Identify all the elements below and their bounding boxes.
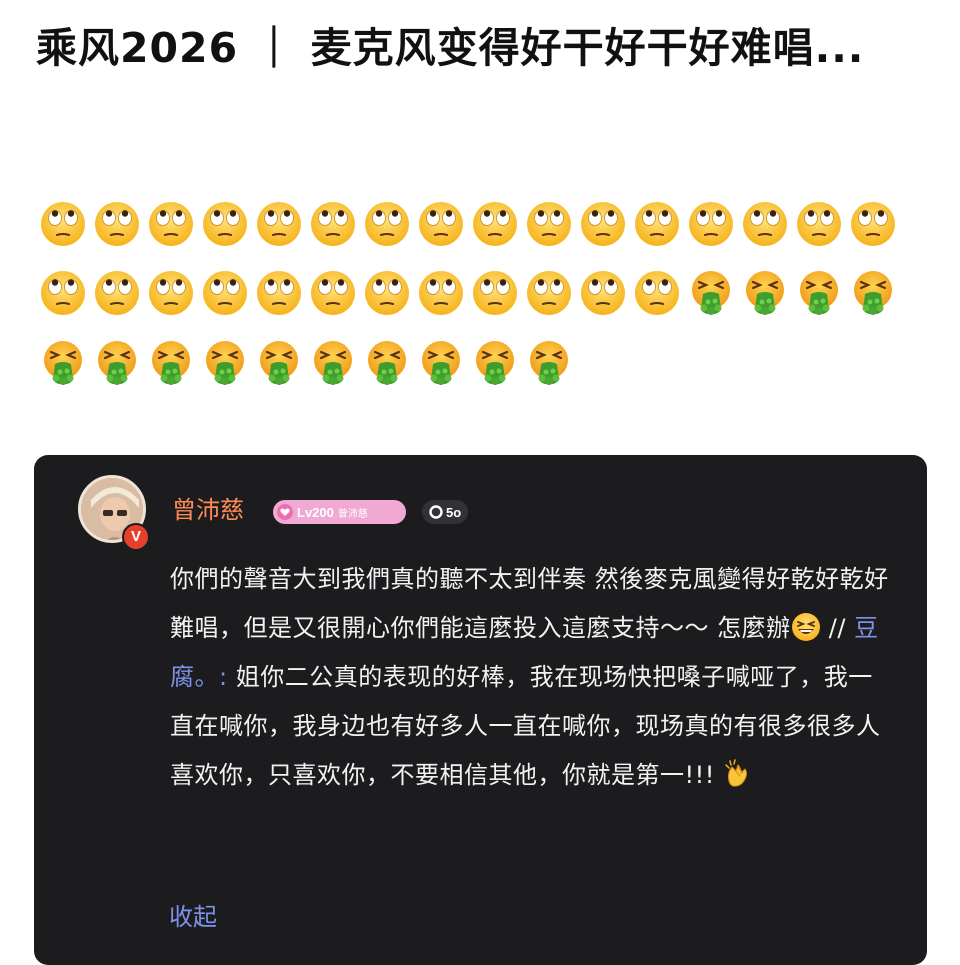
clap-emoji (725, 759, 747, 787)
level-text: Lv200 (297, 504, 334, 520)
eye-roll-emoji (846, 197, 900, 251)
eye-roll-emoji (738, 197, 792, 251)
vomiting-face-emoji (144, 336, 198, 390)
eye-roll-emoji (522, 197, 576, 251)
eye-roll-emoji (792, 197, 846, 251)
emoji-row (36, 336, 576, 390)
vomiting-face-emoji (846, 266, 900, 320)
collapse-button[interactable]: 收起 (169, 900, 217, 934)
fans-badge: 5o (422, 500, 469, 524)
eye-roll-emoji (252, 197, 306, 251)
eye-roll-emoji (630, 266, 684, 320)
comment-card: V 曾沛慈 Lv200 曾沛慈 5o 你們的聲音大到我們真的聽不太到伴奏 然後麥… (34, 455, 927, 965)
eye-roll-emoji (144, 266, 198, 320)
eye-roll-emoji (414, 266, 468, 320)
emoji-row (36, 197, 900, 251)
eye-roll-emoji (576, 266, 630, 320)
fans-text: 5o (446, 504, 462, 520)
heart-icon (277, 504, 293, 520)
eye-roll-emoji (414, 197, 468, 251)
eye-roll-emoji (684, 197, 738, 251)
eye-roll-emoji (198, 266, 252, 320)
vomiting-face-emoji (468, 336, 522, 390)
username[interactable]: 曾沛慈 (172, 493, 244, 527)
eye-roll-emoji (36, 266, 90, 320)
comment-separator: // (820, 614, 855, 642)
vomiting-face-emoji (252, 336, 306, 390)
eye-roll-emoji (630, 197, 684, 251)
level-badge: Lv200 曾沛慈 (273, 500, 406, 524)
vomiting-face-emoji (792, 266, 846, 320)
eye-roll-emoji (468, 266, 522, 320)
eye-roll-emoji (576, 197, 630, 251)
comment-text-part1: 你們的聲音大到我們真的聽不太到伴奏 然後麥克風變得好乾好乾好難唱，但是又很開心你… (170, 565, 889, 642)
comment-text-part2: 姐你二公真的表现的好棒，我在现场快把嗓子喊哑了，我一直在喊你，我身边也有好多人一… (170, 663, 881, 789)
eye-roll-emoji (360, 266, 414, 320)
vomiting-face-emoji (522, 336, 576, 390)
vomiting-face-emoji (198, 336, 252, 390)
emoji-row (36, 266, 900, 320)
eye-roll-emoji (252, 266, 306, 320)
vomiting-face-emoji (36, 336, 90, 390)
post-title: 乘风2026 ｜ 麦克风变得好干好干好难唱... (36, 24, 865, 72)
vomiting-face-emoji (360, 336, 414, 390)
vomiting-face-emoji (684, 266, 738, 320)
eye-roll-emoji (306, 266, 360, 320)
comment-text: 你們的聲音大到我們真的聽不太到伴奏 然後麥克風變得好乾好乾好難唱，但是又很開心你… (170, 555, 890, 800)
eye-roll-emoji (90, 266, 144, 320)
eye-roll-emoji (522, 266, 576, 320)
eye-roll-emoji (360, 197, 414, 251)
vomiting-face-emoji (414, 336, 468, 390)
laughing-emoji (791, 613, 820, 641)
eye-roll-emoji (468, 197, 522, 251)
eye-roll-emoji (306, 197, 360, 251)
vomiting-face-emoji (306, 336, 360, 390)
vomiting-face-emoji (738, 266, 792, 320)
eye-roll-emoji (90, 197, 144, 251)
vomiting-face-emoji (90, 336, 144, 390)
eye-roll-emoji (144, 197, 198, 251)
verified-badge: V (122, 523, 150, 551)
eye-roll-emoji (198, 197, 252, 251)
eye-roll-emoji (36, 197, 90, 251)
fans-icon (429, 505, 443, 519)
level-name: 曾沛慈 (337, 508, 368, 520)
